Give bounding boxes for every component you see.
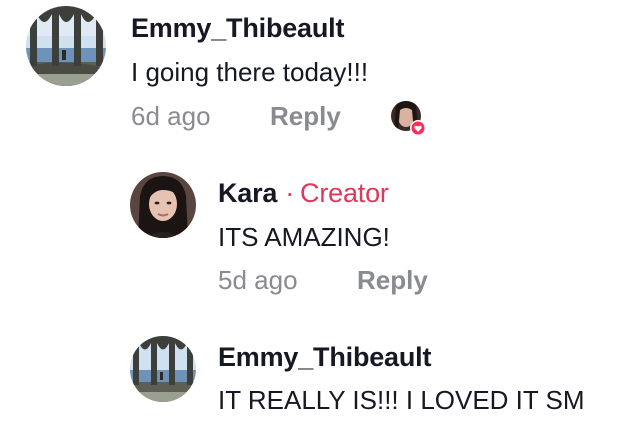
comment-username[interactable]: Emmy_Thibeault <box>218 342 431 373</box>
reply-item: Emmy_Thibeault IT REALLY IS!!! I LOVED I… <box>0 300 642 424</box>
user-avatar[interactable] <box>26 6 106 86</box>
comment-item: Emmy_Thibeault I going there today!!! 6d… <box>0 0 642 150</box>
reply-button[interactable]: Reply <box>270 101 341 132</box>
reply-item: Kara · Creator ITS AMAZING! 5d ago Reply <box>0 150 642 300</box>
beach-arches-icon <box>26 6 106 86</box>
comment-text: I going there today!!! <box>131 57 369 87</box>
comment-timestamp: 6d ago <box>131 101 211 131</box>
creator-avatar-mini-icon <box>391 101 426 136</box>
comment-username[interactable]: Kara · Creator <box>218 178 389 209</box>
comment-thread: Emmy_Thibeault I going there today!!! 6d… <box>0 0 642 424</box>
creator-liked-indicator <box>390 100 430 140</box>
reply-button[interactable]: Reply <box>357 265 428 296</box>
comment-text: IT REALLY IS!!! I LOVED IT SM <box>218 385 585 415</box>
user-avatar[interactable] <box>130 172 196 238</box>
beach-arches-icon <box>130 336 196 402</box>
creator-badge: Creator <box>300 178 389 208</box>
comment-timestamp: 5d ago <box>218 265 298 295</box>
user-avatar[interactable] <box>130 336 196 402</box>
woman-portrait-icon <box>130 172 196 238</box>
username-text[interactable]: Kara <box>218 178 277 208</box>
comment-text: ITS AMAZING! <box>218 222 390 252</box>
badge-separator: · <box>285 178 295 208</box>
comment-username[interactable]: Emmy_Thibeault <box>131 13 344 44</box>
